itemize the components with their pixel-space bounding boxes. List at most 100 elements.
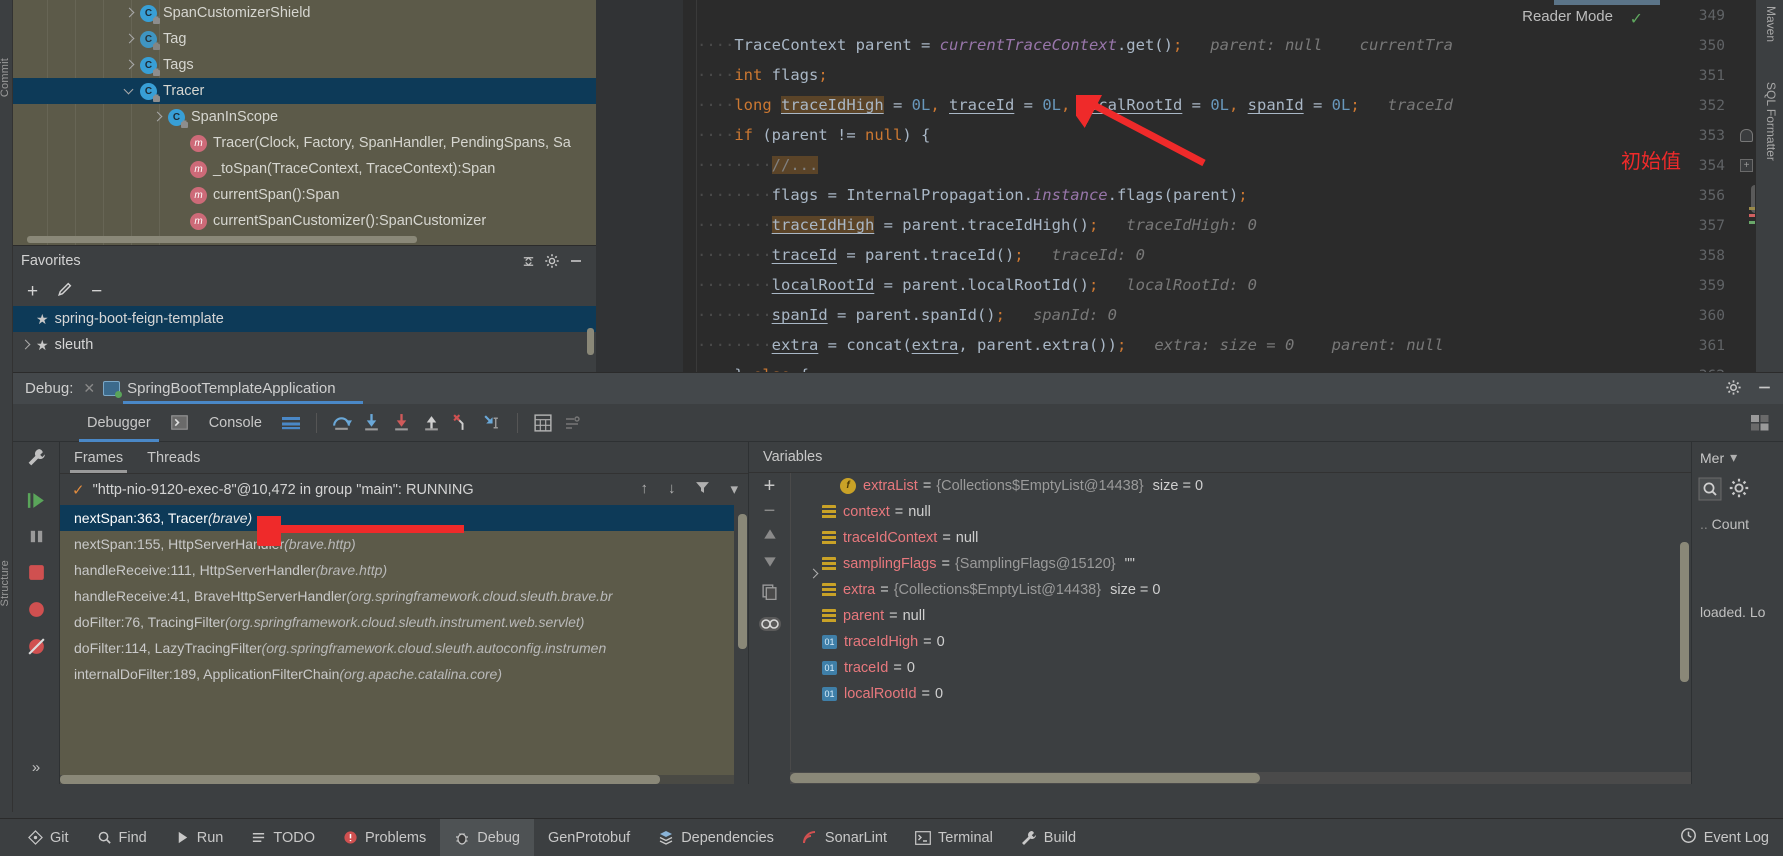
variable-row[interactable]: parent = null	[791, 603, 1691, 629]
status-bar-item-genprotobuf[interactable]: GenProtobuf	[534, 819, 644, 856]
more-actions-icon[interactable]: »	[32, 759, 40, 776]
add-icon[interactable]: +	[764, 476, 776, 496]
favorites-vscrollbar[interactable]	[587, 328, 594, 355]
tab-debugger[interactable]: Debugger	[73, 404, 165, 442]
right-rail-tab-maven[interactable]: Maven	[1764, 6, 1778, 42]
tab-threads[interactable]: Threads	[147, 442, 200, 473]
variables-pane[interactable]: Variables + − f extraList = {Collections…	[748, 442, 1783, 784]
evaluate-expression-icon[interactable]	[528, 408, 558, 438]
close-icon[interactable]: ✕	[83, 380, 95, 397]
left-rail-tab-structure[interactable]: Structure	[0, 560, 11, 606]
event-log-button[interactable]: Event Log	[1666, 819, 1783, 856]
search-icon[interactable]	[1698, 477, 1722, 506]
code-editor[interactable]: 349350351352353354+356357358359360361362…	[596, 0, 1783, 384]
debug-tool-window[interactable]: Debug: ✕ SpringBootTemplateApplication »…	[13, 372, 1783, 784]
chevron-right-icon[interactable]	[123, 58, 137, 72]
status-bar-item-problems[interactable]: Problems	[329, 819, 440, 856]
frames-vscrollbar-thumb[interactable]	[738, 514, 747, 649]
code-line[interactable]: ····long traceIdHigh = 0L, traceId = 0L,…	[697, 96, 1453, 114]
chevron-down-icon[interactable]: ▾	[1730, 449, 1737, 466]
watch-icon[interactable]	[758, 614, 782, 639]
console-icon[interactable]	[165, 408, 195, 438]
wrench-icon[interactable]	[26, 447, 47, 473]
mute-breakpoints-icon[interactable]	[26, 636, 47, 662]
structure-row[interactable]: C SpanInScope	[13, 104, 596, 130]
status-bar-item-build[interactable]: Build	[1007, 819, 1090, 856]
code-text[interactable]: ····TraceContext parent = currentTraceCo…	[683, 0, 1783, 372]
status-bar-item-find[interactable]: Find	[83, 819, 161, 856]
edit-icon[interactable]	[56, 281, 73, 302]
right-tool-rail[interactable]: Maven SQL Formatter	[1755, 0, 1783, 372]
down-arrow-icon[interactable]: ↓	[668, 480, 676, 499]
variable-row[interactable]: samplingFlags = {SamplingFlags@15120} ""	[791, 551, 1691, 577]
structure-row[interactable]: m _toSpan(TraceContext, TraceContext):Spa…	[13, 156, 596, 182]
status-bar-item-run[interactable]: Run	[161, 819, 238, 856]
view-breakpoints-icon[interactable]	[26, 599, 47, 625]
settings-icon[interactable]	[1728, 477, 1750, 506]
variables-vscrollbar-thumb[interactable]	[1680, 542, 1689, 682]
status-bar-right[interactable]: Event Log	[1666, 819, 1783, 856]
remove-icon[interactable]: −	[764, 501, 776, 521]
status-bar-item-todo[interactable]: TODO	[237, 819, 329, 856]
code-line[interactable]: ········spanId = parent.spanId(); spanId…	[697, 307, 1117, 324]
variable-row[interactable]: context = null	[791, 499, 1691, 525]
filter-icon[interactable]	[695, 480, 710, 499]
favorites-item[interactable]: ★ spring-boot-feign-template	[13, 306, 596, 332]
code-line[interactable]: ········traceIdHigh = parent.traceIdHigh…	[697, 216, 1257, 234]
down-icon[interactable]	[762, 555, 778, 574]
variable-row[interactable]: extra = {Collections$EmptyList@14438} size …	[791, 577, 1691, 603]
chevron-right-icon[interactable]	[123, 32, 137, 46]
frame-nav-actions[interactable]: ↑ ↓ ▾	[640, 480, 738, 499]
variable-row[interactable]: 01 traceId = 0	[791, 655, 1691, 681]
structure-row[interactable]: m Tracer(Clock, Factory, SpanHandler, Pen…	[13, 130, 596, 156]
favorites-item[interactable]: ★ sleuth	[13, 332, 596, 358]
variables-hscrollbar-thumb[interactable]	[790, 773, 1260, 783]
memory-pane[interactable]: Mer ▾ .. Count loaded. Lo	[1691, 442, 1783, 784]
debug-titlebar-actions[interactable]	[1725, 379, 1773, 401]
frame-row[interactable]: nextSpan:363, Tracer (brave)	[60, 505, 734, 531]
layout-settings-icon[interactable]	[276, 408, 306, 438]
run-to-cursor-icon[interactable]	[477, 408, 507, 438]
frames-pane[interactable]: Frames Threads ✓ "http-nio-9120-exec-8"@…	[60, 442, 748, 784]
step-over-icon[interactable]	[327, 408, 357, 438]
collapse-all-icon[interactable]	[516, 249, 540, 273]
frames-tabs[interactable]: Frames Threads	[60, 442, 748, 473]
gear-icon[interactable]	[1725, 379, 1742, 401]
structure-row[interactable]: m currentSpanCustomizer():SpanCustomizer	[13, 208, 596, 234]
frame-row[interactable]: doFilter:76, TracingFilter (org.springfr…	[60, 609, 734, 635]
code-line[interactable]: ····if (parent != null) {	[697, 127, 930, 144]
frames-hscrollbar-thumb[interactable]	[60, 775, 660, 784]
hide-panel-icon[interactable]	[564, 249, 588, 273]
structure-row[interactable]: m currentSpan():Span	[13, 182, 596, 208]
code-line[interactable]: ········localRootId = parent.localRootId…	[697, 277, 1257, 294]
code-line[interactable]: ········extra = concat(extra, parent.ext…	[697, 337, 1444, 354]
favorites-toolbar[interactable]: + −	[13, 276, 596, 306]
drop-frame-icon[interactable]	[447, 408, 477, 438]
variable-row[interactable]: traceIdContext = null	[791, 525, 1691, 551]
structure-hscrollbar[interactable]	[27, 236, 417, 243]
code-line[interactable]: ····int flags;	[697, 67, 828, 84]
step-into-icon[interactable]	[357, 408, 387, 438]
code-line[interactable]: ········flags = InternalPropagation.inst…	[697, 187, 1248, 204]
frame-row[interactable]: nextSpan:155, HttpServerHandler (brave.h…	[60, 531, 734, 557]
status-bar-item-terminal[interactable]: Terminal	[901, 819, 1007, 856]
tab-console[interactable]: Console	[195, 404, 276, 442]
variables-toolbar[interactable]: + −	[749, 473, 790, 784]
resume-program-icon[interactable]	[26, 490, 47, 516]
code-line[interactable]: ········//...	[697, 156, 819, 174]
variable-row[interactable]: f extraList = {Collections$EmptyList@14438}…	[791, 473, 1691, 499]
status-bar-item-git[interactable]: Git	[14, 819, 83, 856]
settings-icon[interactable]	[558, 408, 588, 438]
debug-toolbar[interactable]: Debugger Console	[13, 404, 1783, 442]
frame-list[interactable]: nextSpan:363, Tracer (brave) nextSpan:155…	[60, 505, 734, 784]
stop-program-icon[interactable]	[26, 562, 47, 588]
tab-frames[interactable]: Frames	[69, 442, 128, 473]
gear-icon[interactable]	[540, 249, 564, 273]
status-bar[interactable]: Git Find Run TODO Problems Debug GenProtobuf De…	[0, 818, 1783, 856]
code-line[interactable]: ········traceId = parent.traceId(); trac…	[697, 247, 1145, 264]
frame-row[interactable]: internalDoFilter:189, ApplicationFilterC…	[60, 661, 734, 687]
chevron-right-icon[interactable]	[151, 110, 165, 124]
thread-selector[interactable]: ✓ "http-nio-9120-exec-8"@10,472 in group…	[60, 473, 748, 505]
up-icon[interactable]	[762, 527, 778, 546]
chevron-right-icon[interactable]	[19, 338, 33, 352]
